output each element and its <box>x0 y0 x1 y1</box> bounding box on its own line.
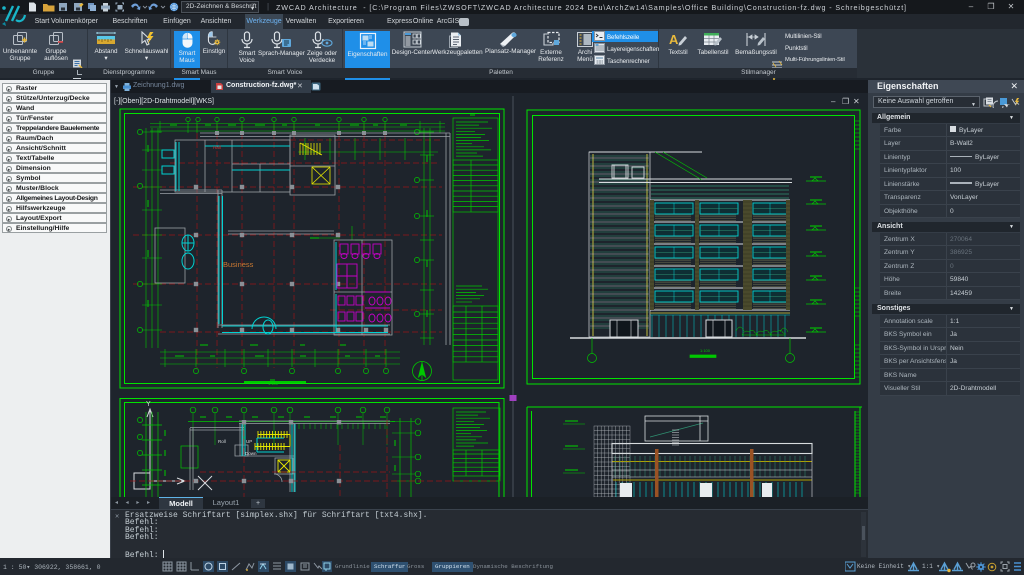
svg-text:–: – <box>831 97 836 106</box>
svg-text:1:100: 1:100 <box>268 381 279 386</box>
svg-text:[-][Oben][2D-Drahtmodell][WKS]: [-][Oben][2D-Drahtmodell][WKS] <box>114 98 214 105</box>
svg-text:Business: Business <box>223 260 254 269</box>
svg-text:Y: Y <box>146 401 151 408</box>
svg-text:1:100: 1:100 <box>700 348 711 353</box>
svg-text:Roll: Roll <box>218 439 226 444</box>
svg-text:Hall: Hall <box>213 145 221 150</box>
svg-text:❐: ❐ <box>842 97 849 106</box>
svg-text:UP: UP <box>246 439 252 444</box>
svg-text:Down: Down <box>245 451 257 456</box>
svg-text:✕: ✕ <box>853 97 860 106</box>
svg-text:A: A <box>669 32 679 47</box>
